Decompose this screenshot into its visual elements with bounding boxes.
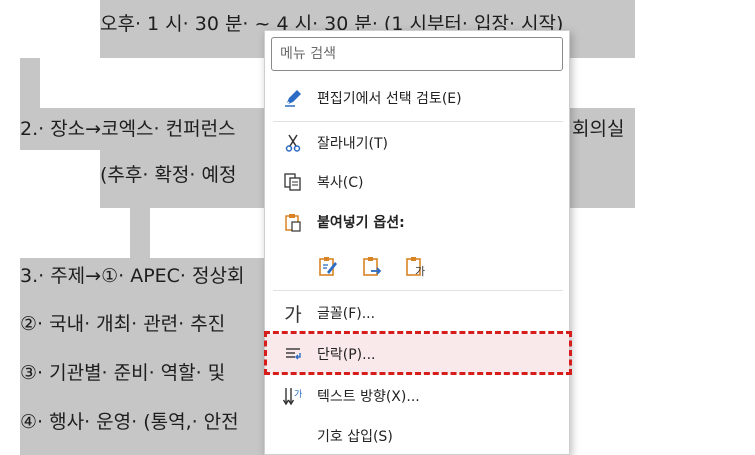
menu-item-paste-options: 붙여넣기 옵션: bbox=[265, 202, 569, 242]
document-line: 회의실 bbox=[572, 118, 625, 140]
menu-search-input[interactable] bbox=[271, 37, 563, 71]
scissors-icon bbox=[273, 123, 313, 163]
menu-item-label: 텍스트 방향(X)... bbox=[317, 389, 420, 405]
font-icon-glyph: 가 bbox=[284, 303, 302, 326]
menu-item-text-direction[interactable]: 가 텍스트 방향(X)... bbox=[265, 376, 569, 416]
pen-review-icon bbox=[273, 78, 313, 118]
document-line: 3.· 주제→①· APEC· 정상회 bbox=[20, 265, 245, 287]
document-line: (추후· 확정· 예정 bbox=[100, 164, 237, 186]
menu-item-copy[interactable]: 복사(C) bbox=[265, 162, 569, 202]
menu-item-label: 복사(C) bbox=[317, 175, 364, 191]
document-line: ③· 기관별· 준비· 역할· 및 bbox=[20, 362, 226, 384]
paste-text-only-icon[interactable]: 가 bbox=[401, 251, 431, 281]
svg-text:가: 가 bbox=[294, 389, 302, 400]
paste-keep-formatting-icon[interactable] bbox=[313, 251, 343, 281]
document-line: 2.· 장소→코엑스· 컨퍼런스 bbox=[20, 118, 236, 140]
copy-icon bbox=[273, 162, 313, 202]
menu-item-paragraph[interactable]: 단락(P)... bbox=[265, 334, 569, 374]
selection-block bbox=[20, 58, 40, 112]
document-line: ④· 행사· 운영· (통역,· 안전 bbox=[20, 411, 239, 433]
menu-item-cut[interactable]: 잘라내기(T) bbox=[265, 123, 569, 163]
clipboard-icon bbox=[273, 202, 313, 242]
paste-text-only-glyph: 가 bbox=[415, 265, 425, 278]
menu-item-label: 단락(P)... bbox=[317, 347, 376, 363]
menu-item-insert-symbol[interactable]: 기호 삽입(S) bbox=[265, 416, 569, 455]
menu-item-label: 잘라내기(T) bbox=[317, 136, 388, 152]
text-direction-icon: 가 bbox=[273, 376, 313, 416]
context-menu: 편집기에서 선택 검토(E) 잘라내기(T) 복사(C) bbox=[264, 30, 570, 455]
paste-options-row: 가 bbox=[313, 246, 431, 286]
menu-item-label: 기호 삽입(S) bbox=[317, 429, 393, 445]
menu-separator bbox=[273, 121, 563, 122]
menu-item-label: 편집기에서 선택 검토(E) bbox=[317, 91, 462, 107]
menu-item-label: 글꼴(F)... bbox=[317, 306, 376, 322]
paragraph-icon bbox=[273, 334, 313, 374]
selection-block bbox=[130, 208, 150, 258]
menu-item-label: 붙여넣기 옵션: bbox=[317, 215, 405, 231]
menu-separator bbox=[273, 290, 563, 291]
insert-symbol-icon-placeholder bbox=[273, 416, 313, 455]
menu-item-font[interactable]: 가 글꼴(F)... bbox=[265, 293, 569, 333]
document-line: ②· 국내· 개최· 관련· 추진 bbox=[20, 313, 226, 335]
menu-item-editor-review[interactable]: 편집기에서 선택 검토(E) bbox=[265, 78, 569, 118]
font-icon: 가 bbox=[273, 293, 313, 333]
paste-merge-formatting-icon[interactable] bbox=[357, 251, 387, 281]
